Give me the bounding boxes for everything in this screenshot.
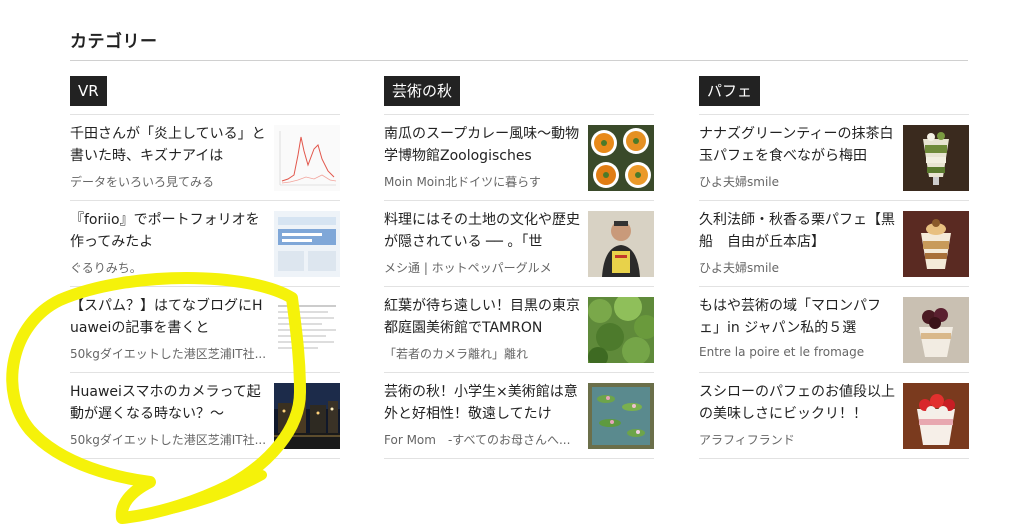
entry-site: For Mom -すべてのお母さんへ... — [384, 433, 571, 447]
section-title: カテゴリー — [70, 32, 158, 52]
category-column-parfait: パフェ ナナズグリーンティーの抹茶白玉パフェを食べながら梅田 ひよ夫婦smile… — [699, 76, 969, 459]
entry-title[interactable]: スシローのパフェのお値段以上の美味しさにビックリ！！ — [699, 381, 895, 425]
entry-title[interactable]: ナナズグリーンティーの抹茶白玉パフェを食べながら梅田 — [699, 123, 895, 167]
entry-item[interactable]: 南瓜のスープカレー風味〜動物学博物館Zoologisches Moin Moin… — [384, 115, 654, 201]
entry-item[interactable]: 芸術の秋！小学生×美術館は意外と好相性！敬遠してたけ For Mom -すべての… — [384, 373, 654, 459]
category-label-art-autumn[interactable]: 芸術の秋 — [384, 76, 461, 106]
soup-bowls-photo-thumbnail[interactable] — [588, 125, 654, 191]
entry-site: ひよ夫婦smile — [699, 261, 779, 275]
entry-list: 千田さんが「炎上している」と書いた時、キズナアイは データをいろいろ見てみる 『… — [70, 114, 340, 459]
entry-item[interactable]: Huaweiスマホのカメラって起動が遅くなる時ない？〜 50kgダイエットした港… — [70, 373, 340, 459]
entry-title[interactable]: 『foriio』でポートフォリオを作ってみたよ — [70, 209, 266, 253]
entry-title[interactable]: 料理にはその土地の文化や歴史が隠されている ── 。「世 — [384, 209, 580, 253]
entry-item[interactable]: スシローのパフェのお値段以上の美味しさにビックリ！！ アラフィフランド — [699, 373, 969, 459]
strawberry-parfait-photo-thumbnail[interactable] — [903, 383, 969, 449]
entry-title[interactable]: 久利法師・秋香る栗パフェ【黒船 自由が丘本店】 — [699, 209, 895, 253]
entry-site: メシ通 | ホットペッパーグルメ — [384, 261, 552, 275]
entry-site: 50kgダイエットした港区芝浦IT社... — [70, 347, 267, 361]
category-column-vr: VR 千田さんが「炎上している」と書いた時、キズナアイは データをいろいろ見てみ… — [70, 76, 340, 459]
entry-item[interactable]: もはや芸術の域「マロンパフェ」in ジャパン私的５選 Entre la poir… — [699, 287, 969, 373]
entry-site: 50kgダイエットした港区芝浦IT社... — [70, 433, 267, 447]
entry-list: 南瓜のスープカレー風味〜動物学博物館Zoologisches Moin Moin… — [384, 114, 654, 459]
entry-title[interactable]: 芸術の秋！小学生×美術館は意外と好相性！敬遠してたけ — [384, 381, 580, 425]
entry-site: Entre la poire et le fromage — [699, 345, 865, 359]
category-label-vr[interactable]: VR — [70, 76, 107, 106]
section-divider — [70, 60, 968, 61]
entry-title[interactable]: Huaweiスマホのカメラって起動が遅くなる時ない？〜 — [70, 381, 266, 425]
entry-site: ひよ夫婦smile — [699, 175, 779, 189]
portfolio-screenshot-thumbnail[interactable] — [274, 211, 340, 277]
line-chart-thumbnail[interactable] — [274, 125, 340, 191]
entry-item[interactable]: 紅葉が待ち遠しい！目黒の東京都庭園美術館でTAMRON 「若者のカメラ離れ」離れ — [384, 287, 654, 373]
entry-item[interactable]: 久利法師・秋香る栗パフェ【黒船 自由が丘本店】 ひよ夫婦smile — [699, 201, 969, 287]
entry-title[interactable]: 南瓜のスープカレー風味〜動物学博物館Zoologisches — [384, 123, 580, 167]
entry-title[interactable]: 紅葉が待ち遠しい！目黒の東京都庭園美術館でTAMRON — [384, 295, 580, 339]
entry-title[interactable]: 【スパム？】はてなブログにHuaweiの記事を書くと — [70, 295, 266, 339]
entry-item[interactable]: ナナズグリーンティーの抹茶白玉パフェを食べながら梅田 ひよ夫婦smile — [699, 115, 969, 201]
entry-site: Moin Moin北ドイツに暮らす — [384, 175, 541, 189]
entry-site: ぐるりみち。 — [70, 261, 142, 275]
entry-item[interactable]: 千田さんが「炎上している」と書いた時、キズナアイは データをいろいろ見てみる — [70, 115, 340, 201]
entry-item[interactable]: 【スパム？】はてなブログにHuaweiの記事を書くと 50kgダイエットした港区… — [70, 287, 340, 373]
water-lilies-painting-thumbnail[interactable] — [588, 383, 654, 449]
entry-site: 「若者のカメラ離れ」離れ — [384, 347, 529, 361]
entry-item[interactable]: 料理にはその土地の文化や歴史が隠されている ── 。「世 メシ通 | ホットペッ… — [384, 201, 654, 287]
category-label-parfait[interactable]: パフェ — [699, 76, 761, 106]
matcha-parfait-photo-thumbnail[interactable] — [903, 125, 969, 191]
category-column-art-autumn: 芸術の秋 南瓜のスープカレー風味〜動物学博物館Zoologisches Moin… — [384, 76, 654, 459]
marron-parfait-photo-thumbnail[interactable] — [903, 297, 969, 363]
entry-title[interactable]: もはや芸術の域「マロンパフェ」in ジャパン私的５選 — [699, 295, 895, 339]
entry-item[interactable]: 『foriio』でポートフォリオを作ってみたよ ぐるりみち。 — [70, 201, 340, 287]
person-holding-book-thumbnail[interactable] — [588, 211, 654, 277]
entry-list: ナナズグリーンティーの抹茶白玉パフェを食べながら梅田 ひよ夫婦smile 久利法… — [699, 114, 969, 459]
entry-site: アラフィフランド — [699, 433, 795, 447]
night-city-photo-thumbnail[interactable] — [274, 383, 340, 449]
entry-title[interactable]: 千田さんが「炎上している」と書いた時、キズナアイは — [70, 123, 266, 167]
blog-screenshot-thumbnail[interactable] — [274, 297, 340, 363]
garden-foliage-photo-thumbnail[interactable] — [588, 297, 654, 363]
entry-site: データをいろいろ見てみる — [70, 175, 215, 189]
chestnut-parfait-photo-thumbnail[interactable] — [903, 211, 969, 277]
